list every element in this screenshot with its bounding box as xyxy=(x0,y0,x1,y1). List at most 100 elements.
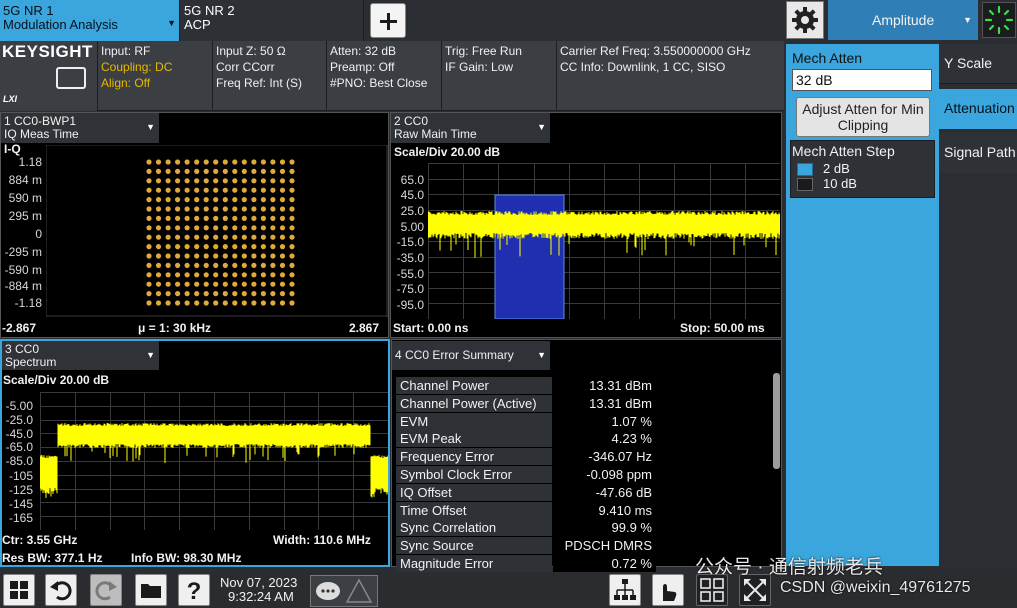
constellation-point xyxy=(289,272,295,278)
constellation-point xyxy=(241,262,247,268)
redo-button[interactable] xyxy=(90,574,122,606)
constellation-point xyxy=(270,300,276,306)
constellation-point xyxy=(289,206,295,212)
window-trace-label: Raw Main Time xyxy=(394,127,477,141)
y-tick-label: 45.0 xyxy=(400,188,424,202)
iq-constellation-plot[interactable] xyxy=(46,145,388,317)
iq-window-title[interactable]: 1 CC0-BWP1 IQ Meas Time ▼ xyxy=(1,113,159,143)
constellation-point xyxy=(241,159,247,165)
metric-name: Sync Correlation xyxy=(396,519,552,537)
constellation-point xyxy=(155,187,162,193)
input-info[interactable]: Input: RF Coupling: DC Align: Off xyxy=(101,43,172,91)
constellation-point xyxy=(165,253,171,259)
y-tick-label: -295 m xyxy=(4,245,42,259)
constellation-point xyxy=(260,159,266,165)
error-summary-title[interactable]: 4 CC0 Error Summary ▼ xyxy=(392,341,550,370)
spectrum-scale-label: Scale/Div 20.00 dB xyxy=(3,373,110,387)
activity-status-icon[interactable] xyxy=(982,2,1016,38)
mech-atten-input[interactable]: 32 dB xyxy=(792,69,932,91)
attenuation-tab[interactable]: Attenuation xyxy=(939,89,1017,129)
constellation-point xyxy=(213,244,219,250)
tab-acp[interactable]: 5G NR 2 ACP xyxy=(181,0,364,41)
constellation-point xyxy=(165,272,171,278)
carrier-ref-freq-text: Carrier Ref Freq: 3.550000000 GHz xyxy=(560,44,751,58)
add-screen-button[interactable] xyxy=(370,3,406,38)
res-bw-label: Res BW: 377.1 Hz xyxy=(2,551,103,565)
constellation-point xyxy=(279,281,286,287)
constellation-point xyxy=(260,225,266,231)
windows-start-button[interactable] xyxy=(3,574,35,606)
constellation-point xyxy=(260,168,266,174)
constellation-point xyxy=(203,197,209,203)
step-10db-radio[interactable] xyxy=(797,178,813,191)
y-tick-label: 590 m xyxy=(8,191,42,205)
center-frequency-label: Ctr: 3.55 GHz xyxy=(2,533,78,547)
layout-tree-button[interactable] xyxy=(609,574,641,606)
constellation-point xyxy=(155,291,162,297)
constellation-point xyxy=(146,215,152,221)
y-tick-label: -125 xyxy=(8,483,33,497)
undo-button[interactable] xyxy=(45,574,77,606)
step-2db-radio[interactable] xyxy=(797,163,813,176)
file-button[interactable] xyxy=(135,574,167,606)
constellation-point xyxy=(241,300,247,306)
constellation-point xyxy=(175,272,181,278)
keysight-logo: KEYSIGHT xyxy=(2,42,93,61)
constellation-point xyxy=(203,187,209,193)
constellation-point xyxy=(213,197,219,203)
help-button[interactable]: ? xyxy=(178,574,210,606)
metric-value: 13.31 dBm xyxy=(553,377,656,394)
constellation-point xyxy=(260,234,266,240)
constellation-point xyxy=(203,300,209,306)
plus-icon-vertical xyxy=(387,13,390,30)
constellation-point xyxy=(232,291,238,297)
constellation-point xyxy=(146,244,152,250)
mech-atten-label: Mech Atten xyxy=(792,50,863,66)
touch-button[interactable] xyxy=(652,574,684,606)
carrier-info[interactable]: Carrier Ref Freq: 3.550000000 GHz CC Inf… xyxy=(560,43,751,75)
step-option-2db[interactable]: 2 dB xyxy=(823,161,850,176)
constellation-point xyxy=(279,225,286,231)
input-z-info[interactable]: Input Z: 50 Ω Corr CCorr Freq Ref: Int (… xyxy=(216,43,302,91)
error-table-scrollbar[interactable] xyxy=(773,373,780,469)
spectrum-plot[interactable] xyxy=(40,392,388,530)
tab-modulation-analysis[interactable]: 5G NR 1 Modulation Analysis ▼ xyxy=(0,0,180,41)
touch-hand-icon xyxy=(663,584,677,601)
constellation-point xyxy=(213,187,219,193)
constellation-point xyxy=(165,215,171,221)
signal-path-tab[interactable]: Signal Path xyxy=(939,133,1017,173)
constellation-point xyxy=(155,225,162,231)
iq-corner-label: I-Q xyxy=(4,142,21,156)
atten-info[interactable]: Atten: 32 dB Preamp: Off #PNO: Best Clos… xyxy=(330,43,427,91)
constellation-point xyxy=(289,225,295,231)
constellation-point xyxy=(260,244,266,250)
constellation-point xyxy=(289,178,295,184)
remote-display-icon[interactable] xyxy=(56,67,86,89)
messages-button[interactable] xyxy=(310,575,378,607)
constellation-point xyxy=(241,225,247,231)
error-summary-row: Sync Source PDSCH DMRS xyxy=(396,537,656,555)
svg-text:?: ? xyxy=(187,578,202,605)
date-time-display[interactable]: Nov 07, 2023 9:32:24 AM xyxy=(215,575,307,607)
constellation-point xyxy=(194,178,200,184)
trigger-info[interactable]: Trig: Free Run IF Gain: Low xyxy=(445,43,522,75)
constellation-point xyxy=(146,234,152,240)
settings-button[interactable] xyxy=(786,1,824,39)
metric-value: -346.07 Hz xyxy=(553,448,656,466)
tab-label-line1: 5G NR 1 xyxy=(3,3,54,18)
constellation-point xyxy=(241,234,247,240)
raw-window-title[interactable]: 2 CC0 Raw Main Time ▼ xyxy=(391,113,550,143)
step-option-10db[interactable]: 10 dB xyxy=(823,176,857,191)
y-tick-label: -35.0 xyxy=(396,251,424,265)
amplitude-menu-button[interactable]: Amplitude ▼ xyxy=(828,0,978,40)
metric-value: 99.9 % xyxy=(553,519,656,537)
y-scale-tab[interactable]: Y Scale xyxy=(939,44,1017,84)
adjust-atten-button[interactable]: Adjust Atten for Min Clipping xyxy=(796,97,930,137)
constellation-point xyxy=(194,215,200,221)
spectrum-window-title[interactable]: 3 CC0 Spectrum ▼ xyxy=(2,341,159,370)
constellation-point xyxy=(146,187,152,193)
raw-time-plot[interactable] xyxy=(428,163,780,319)
constellation-point xyxy=(260,215,266,221)
constellation-point xyxy=(232,187,238,193)
constellation-point xyxy=(279,168,286,174)
